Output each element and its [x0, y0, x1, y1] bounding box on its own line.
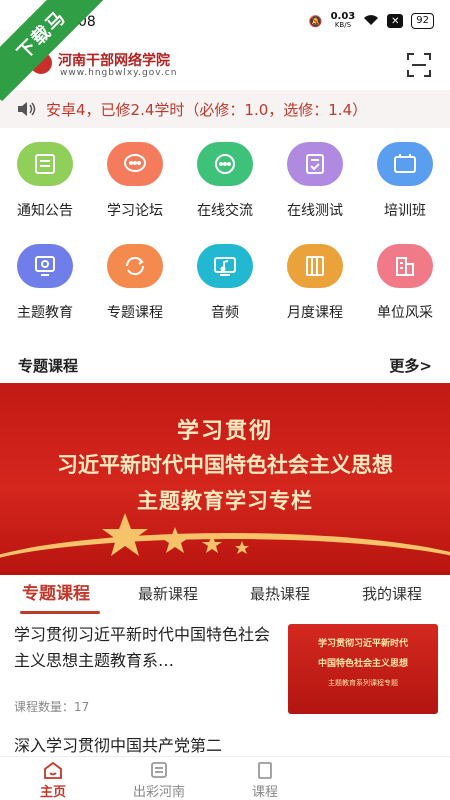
- grid-label: 学习论坛: [107, 203, 163, 219]
- grid-label: 在线测试: [287, 203, 343, 219]
- course-title: 学习贯彻习近平新时代中国特色社会主义思想主题教育系…: [14, 625, 271, 670]
- course-title: 深入学习贯彻中国共产党第二: [14, 736, 223, 755]
- grid-label: 专题课程: [107, 305, 163, 321]
- grid-item-notice[interactable]: 通知公告: [0, 142, 90, 244]
- net-speed-value: 0.03: [330, 11, 356, 22]
- grid-label: 单位风采: [377, 305, 433, 321]
- course-icon: [258, 762, 272, 779]
- section-title: 专题课程: [18, 356, 79, 375]
- app-header: 河南干部网络学院 www.hngbwlxy.gov.cn: [0, 44, 450, 88]
- scan-icon[interactable]: [406, 52, 432, 78]
- speaker-icon: [18, 102, 36, 116]
- nav-course[interactable]: 课程: [212, 757, 318, 800]
- bottom-nav: 主页 出彩河南 课程: [0, 756, 450, 800]
- nav-label: 主页: [39, 785, 66, 800]
- grid-item-online-test[interactable]: 在线测试: [270, 142, 360, 244]
- more-link[interactable]: 更多>: [389, 355, 432, 376]
- sim-x-icon: ✕: [387, 14, 404, 28]
- class-icon: [377, 142, 433, 186]
- notice-text: 安卓4，已修2.4学时（必修：1.0，选修：1.4）: [46, 100, 368, 119]
- grid-label: 通知公告: [17, 203, 73, 219]
- screen-icon: [17, 244, 73, 288]
- refresh-icon: [107, 244, 163, 288]
- notice-bar[interactable]: 安卓4，已修2.4学时（必修：1.0，选修：1.4）: [0, 90, 450, 128]
- chat-bubble-icon: [107, 142, 163, 186]
- grid-label: 培训班: [384, 203, 426, 219]
- wifi-icon: [363, 14, 379, 29]
- grid-label: 音频: [211, 305, 239, 321]
- grid-item-special-course[interactable]: 专题课程: [90, 244, 180, 346]
- course-tabs: 专题课程 最新课程 最热课程 我的课程: [0, 576, 450, 616]
- nav-label: 出彩河南: [132, 785, 185, 800]
- grid-item-forum[interactable]: 学习论坛: [90, 142, 180, 244]
- course-count: 课程数量：17: [14, 700, 90, 714]
- grid-label: 主题教育: [17, 305, 73, 321]
- net-speed: 0.03 KB/S: [331, 12, 356, 30]
- nav-home[interactable]: 主页: [0, 757, 106, 800]
- grid-row-2: 主题教育 专题课程 音频 月度课程 单位风采: [0, 244, 450, 346]
- banner-line2: 习近平新时代中国特色社会主义思想: [57, 453, 393, 477]
- net-speed-unit: KB/S: [334, 21, 352, 29]
- grid-item-training-class[interactable]: 培训班: [360, 142, 450, 244]
- grid-label: 在线交流: [197, 203, 253, 219]
- home-icon: [44, 761, 62, 779]
- mute-icon: 🔕: [308, 14, 323, 28]
- message-icon: [197, 142, 253, 186]
- course-thumbnail: 学习贯彻习近平新时代 中国特色社会主义思想 主题教育系列课程专题: [288, 624, 438, 714]
- banner-arc: [0, 533, 450, 575]
- grid-item-audio[interactable]: 音频: [180, 244, 270, 346]
- banner[interactable]: 学习贯彻 习近平新时代中国特色社会主义思想 主题教育学习专栏: [0, 383, 450, 575]
- flag-icon: [151, 762, 167, 778]
- grid-item-online-chat[interactable]: 在线交流: [180, 142, 270, 244]
- grid-item-monthly-course[interactable]: 月度课程: [270, 244, 360, 346]
- grid-row-1: 通知公告 学习论坛 在线交流 在线测试 培训班: [0, 142, 450, 244]
- banner-line1: 学习贯彻: [176, 419, 273, 444]
- battery-indicator: 92: [411, 13, 434, 29]
- tab-special-course[interactable]: 专题课程: [0, 576, 112, 616]
- tab-hot-course[interactable]: 最热课程: [224, 576, 336, 616]
- nav-label: 课程: [251, 785, 278, 800]
- notice-icon: [17, 142, 73, 186]
- grid-label: 月度课程: [287, 305, 343, 321]
- nav-henan[interactable]: 出彩河南: [106, 757, 212, 800]
- thumb-line3: 主题教育系列课程专题: [328, 679, 398, 687]
- grid-item-theme-education[interactable]: 主题教育: [0, 244, 90, 346]
- function-grid: 通知公告 学习论坛 在线交流 在线测试 培训班 主题教育 专题课程 音频 月度课…: [0, 142, 450, 346]
- logo-title: 河南干部网络学院: [58, 53, 170, 69]
- building-icon: [377, 244, 433, 288]
- grid-item-unit-showcase[interactable]: 单位风采: [360, 244, 450, 346]
- tab-latest-course[interactable]: 最新课程: [112, 576, 224, 616]
- course-card[interactable]: 学习贯彻习近平新时代中国特色社会主义思想主题教育系… 课程数量：17 学习贯彻习…: [0, 616, 450, 720]
- thumb-line2: 中国特色社会主义思想: [317, 659, 408, 669]
- logo-url: www.hngbwlxy.gov.cn: [60, 68, 178, 78]
- status-icons: 🔕 0.03 KB/S ✕ 92: [309, 12, 434, 30]
- book-icon: [287, 244, 343, 288]
- thumb-line1: 学习贯彻习近平新时代: [317, 639, 408, 649]
- test-icon: [287, 142, 343, 186]
- tab-my-course[interactable]: 我的课程: [336, 576, 448, 616]
- music-icon: [197, 244, 253, 288]
- section-header: 专题课程 更多>: [0, 350, 450, 380]
